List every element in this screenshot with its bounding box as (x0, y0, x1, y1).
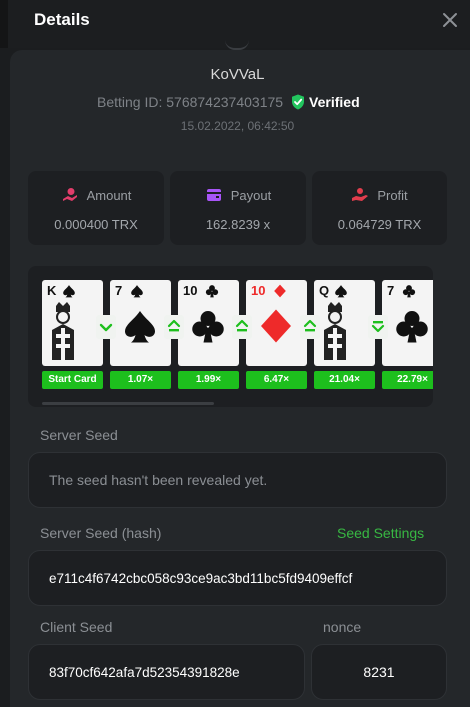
clubs-icon (205, 284, 219, 298)
username: KoVVaL (210, 66, 265, 83)
modal-title: Details (34, 10, 90, 29)
spades-icon (122, 308, 158, 344)
spades-icon (334, 284, 348, 298)
clubs-icon (394, 308, 430, 344)
face-card-figure (320, 302, 350, 362)
client-seed-field[interactable]: 83f70cf642afa7d52354391828e (28, 644, 305, 700)
server-seed-label: Server Seed (40, 427, 118, 443)
higher-arrow-icon (300, 315, 320, 339)
stat-payout: Payout 162.8239 x (170, 171, 306, 245)
hand-coins-icon (352, 188, 369, 201)
playing-card: 7 (382, 280, 433, 366)
clubs-icon (402, 284, 416, 298)
stat-amount: Amount 0.000400 TRX (28, 171, 164, 245)
playing-card: 10 (178, 280, 239, 366)
playing-card: 7 (110, 280, 171, 366)
card-rank: 10 (251, 283, 266, 298)
cards-scrollbar[interactable] (42, 402, 214, 405)
diamonds-icon (258, 308, 294, 344)
higher-arrow-icon (232, 315, 252, 339)
betting-id-row: Betting ID: 576874237403175 Verified (97, 92, 360, 112)
spades-icon (130, 284, 144, 298)
playing-card: Q (314, 280, 375, 366)
server-seed-hash-field[interactable]: e711c4f6742cbc058c93ce9ac3bd11bc5fd9409e… (28, 550, 447, 606)
card-rank: K (47, 283, 57, 298)
bet-timestamp: 15.02.2022, 06:42:50 (180, 119, 295, 133)
avatar (225, 40, 249, 50)
face-card-figure (48, 302, 78, 362)
nonce-field[interactable]: 8231 (311, 644, 447, 700)
playing-card: 10 (246, 280, 307, 366)
stat-payout-value: 162.8239 x (205, 217, 271, 232)
multiplier-badge: 1.99× (178, 371, 239, 389)
multiplier-badge: 6.47× (246, 371, 307, 389)
nonce-value: 8231 (363, 664, 395, 680)
shield-check-icon (291, 94, 305, 110)
nonce-label: nonce (323, 619, 362, 635)
card-rank: 10 (183, 283, 198, 298)
multiplier-badge: Start Card (42, 371, 103, 389)
cards-history[interactable]: K Start Card 7 1.07× 10 1.99× 10 6.47× Q 21.04× 7 2… (28, 266, 433, 407)
close-icon[interactable] (440, 10, 460, 30)
card-rank: Q (319, 283, 330, 298)
multiplier-badge: 22.79× (382, 371, 433, 389)
server-seed-field: The seed hasn't been revealed yet. (28, 452, 447, 508)
card-rank: 7 (387, 283, 395, 298)
client-seed-label: Client Seed (40, 619, 113, 635)
spades-icon (62, 284, 76, 298)
diamonds-icon (273, 284, 287, 298)
server-seed-value: The seed hasn't been revealed yet. (49, 472, 268, 488)
stat-amount-value: 0.000400 TRX (54, 217, 138, 232)
verified-label: Verified (309, 94, 360, 110)
card-rank: 7 (115, 283, 123, 298)
lower-or-same-arrow-icon (368, 315, 388, 339)
clubs-icon (190, 308, 226, 344)
wallet-icon (206, 189, 221, 201)
multiplier-badge: 21.04× (314, 371, 375, 389)
higher-arrow-icon (164, 315, 184, 339)
lower-arrow-icon (96, 315, 116, 339)
betting-id: Betting ID: 576874237403175 (97, 94, 284, 110)
stat-profit-value: 0.064729 TRX (337, 217, 422, 232)
stat-amount-label: Amount (86, 187, 132, 203)
stat-profit-label: Profit (377, 187, 408, 203)
server-seed-hash-value: e711c4f6742cbc058c93ce9ac3bd11bc5fd9409e… (49, 570, 353, 586)
stat-profit: Profit 0.064729 TRX (312, 171, 447, 245)
server-seed-hash-label: Server Seed (hash) (40, 525, 162, 541)
client-seed-value: 83f70cf642afa7d52354391828e (49, 664, 240, 680)
coins-icon (62, 188, 77, 201)
playing-card: K (42, 280, 103, 366)
seed-settings-link[interactable]: Seed Settings (337, 525, 424, 541)
multiplier-badge: 1.07× (110, 371, 171, 389)
stat-payout-label: Payout (230, 187, 272, 203)
